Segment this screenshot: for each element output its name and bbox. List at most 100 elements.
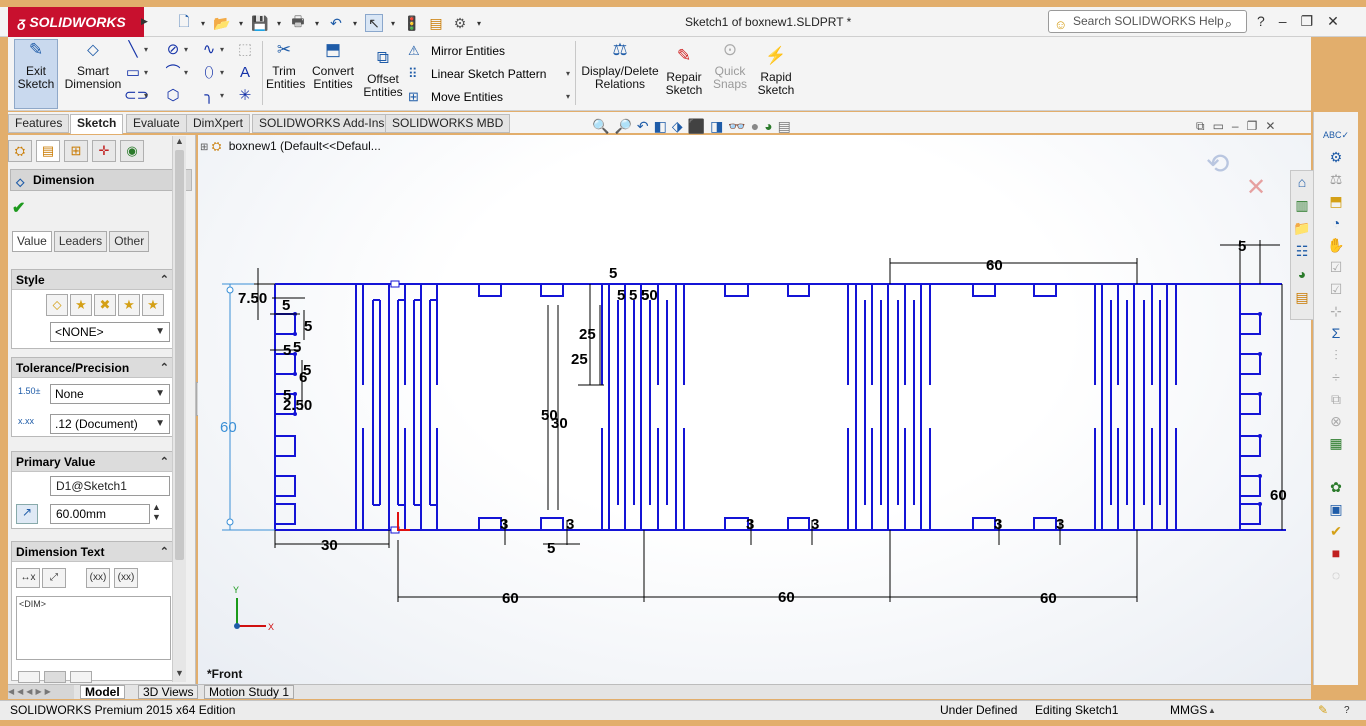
dim-label[interactable]: 60 <box>502 590 519 607</box>
linear-sketch-pattern-button[interactable]: ⠿ Linear Sketch Pattern ▾ <box>408 64 570 84</box>
options-icon[interactable]: ⚙ <box>451 14 469 32</box>
dim-label[interactable]: 6 <box>299 369 307 386</box>
tab-dimxpert[interactable]: DimXpert <box>186 114 251 133</box>
sketch-point[interactable] <box>293 372 297 376</box>
dim-label[interactable]: 5 <box>609 265 617 282</box>
tab-model[interactable]: Model <box>80 685 125 699</box>
chevron-down-icon[interactable]: ▾ <box>184 64 191 82</box>
point-icon[interactable]: ✳ <box>236 87 254 105</box>
scroll-down-icon[interactable]: ▼ <box>175 668 184 678</box>
tab-leaders[interactable]: Leaders <box>53 231 108 252</box>
tab-motion-study[interactable]: Motion Study 1 <box>204 685 295 699</box>
check-small-icon[interactable]: ☑ <box>1314 256 1358 278</box>
dim-label[interactable]: 5 <box>1238 238 1246 255</box>
endpoint-handle[interactable] <box>390 280 400 288</box>
spinner-icon[interactable]: ▲ ▼ <box>152 502 161 522</box>
sketch-svg[interactable]: 7.50 5 5 5 5 5 6 5 2.50 30 5 3 3 3 3 3 3… <box>198 135 1311 684</box>
move-small-icon[interactable]: ⊹ <box>1314 300 1358 322</box>
display-manager-icon[interactable]: ◉ <box>120 140 144 162</box>
zoom-area-icon[interactable]: 🔎 <box>614 118 631 135</box>
dim-label[interactable]: 5 <box>629 287 637 304</box>
home-icon[interactable]: ⌂ <box>1291 171 1313 194</box>
dim-label[interactable]: 60 <box>1040 590 1057 607</box>
feature-tree-node[interactable]: ⊞ ⛭ boxnew1 (Default<<Defaul... <box>200 139 381 154</box>
repair-sketch-button[interactable]: ✎ Repair Sketch <box>664 47 704 97</box>
chevron-down-icon[interactable]: ▾ <box>351 14 359 32</box>
dimension-handle[interactable] <box>226 518 234 526</box>
tab-value[interactable]: Value <box>12 231 52 252</box>
chevron-down-icon[interactable]: ▾ <box>566 64 570 84</box>
minimize-icon[interactable]: – <box>1279 13 1287 30</box>
mirror-small-icon[interactable]: ⫶ <box>1314 344 1358 366</box>
restore-icon[interactable]: ❐ <box>1301 13 1314 30</box>
expand-icon[interactable]: ⊞ <box>200 142 208 153</box>
appearances-icon[interactable]: ◕ <box>1291 263 1313 286</box>
dim-label[interactable]: 60 <box>778 589 795 606</box>
close-icon[interactable]: ✕ <box>1265 119 1275 134</box>
dashboard-icon[interactable]: ◔ <box>1314 212 1358 234</box>
primary-value-header[interactable]: Primary Value ⌃ <box>12 452 173 472</box>
edit-appearance-icon[interactable]: ● <box>751 118 759 135</box>
align-right-icon[interactable] <box>70 671 92 683</box>
chevron-down-icon[interactable]: ▾ <box>199 14 207 32</box>
chevron-down-icon[interactable]: ▾ <box>144 64 151 82</box>
text-icon[interactable]: A <box>236 64 254 82</box>
text-left-icon[interactable]: ↔x <box>16 568 40 588</box>
slot-group-2[interactable] <box>601 284 685 530</box>
confirmation-corner-ok-icon[interactable]: ⟲ <box>1206 147 1229 180</box>
sigma-icon[interactable]: Σ <box>1314 322 1358 344</box>
chevron-down-icon[interactable]: ▾ <box>220 41 227 59</box>
mirror-entities-button[interactable]: ⚠ Mirror Entities <box>408 41 505 61</box>
new-icon[interactable]: 🗋 <box>175 13 193 32</box>
solidworks-logo[interactable]: ᵹ SOLIDWORKS <box>8 7 144 37</box>
dim-label[interactable]: 3 <box>566 516 574 533</box>
dim-label[interactable]: 5 <box>283 342 291 359</box>
help-icon[interactable]: ? <box>1344 701 1350 720</box>
align-center-icon[interactable] <box>44 671 66 683</box>
palette-icon[interactable]: ✿ <box>1314 476 1358 498</box>
parentheses-icon[interactable]: (xx) <box>86 568 110 588</box>
tab-features[interactable]: Features <box>8 114 70 133</box>
undo-icon[interactable]: ↶ <box>327 14 345 32</box>
sketch-point[interactable] <box>1258 312 1262 316</box>
precision-select[interactable]: .12 (Document) ▼ <box>50 414 170 434</box>
hide-small-icon[interactable]: ⊗ <box>1314 410 1358 432</box>
hide-show-icon[interactable]: 👓 <box>728 118 745 135</box>
add-relation-icon[interactable]: ⬒ <box>1314 190 1358 212</box>
reverse-direction-icon[interactable]: ↗ <box>16 504 38 524</box>
dimension-text-header[interactable]: Dimension Text ⌃ <box>12 542 173 562</box>
dim-label[interactable]: 25 <box>579 326 596 343</box>
sketch-point[interactable] <box>1258 352 1262 356</box>
scrollbar-thumb[interactable] <box>175 150 184 560</box>
tolerance-type-select[interactable]: None ▼ <box>50 384 170 404</box>
chevron-down-icon[interactable]: ▾ <box>220 87 227 105</box>
spline-icon[interactable]: ∿ <box>200 41 218 59</box>
tab-nav-icons[interactable]: ◀◀◀▶▶ <box>8 685 74 699</box>
collapse-icon[interactable]: ⌃ <box>160 542 169 562</box>
offset-entities-button[interactable]: ⧉ Offset Entities <box>363 49 403 99</box>
dim-label[interactable]: 25 <box>571 351 588 368</box>
sketch-point[interactable] <box>1258 392 1262 396</box>
dim-label[interactable]: 7.50 <box>238 290 267 307</box>
blocks-icon[interactable]: ▣ <box>1314 498 1358 520</box>
tolerance-header[interactable]: Tolerance/Precision ⌃ <box>12 358 173 378</box>
slot-icon[interactable]: ⊂⊃ <box>124 87 149 105</box>
sketch-point[interactable] <box>1258 502 1262 506</box>
load-style-icon[interactable]: ★ <box>142 294 164 316</box>
balance-icon[interactable]: ⚖ <box>1314 168 1358 190</box>
grid-small-icon[interactable]: ▦ <box>1314 432 1358 454</box>
view-orientation-icon[interactable]: ⬛ <box>688 118 705 135</box>
graphics-area[interactable]: 7.50 5 5 5 5 5 6 5 2.50 30 5 3 3 3 3 3 3… <box>198 135 1311 684</box>
dim-label[interactable]: 5 <box>617 287 625 304</box>
style-select[interactable]: <NONE> ▼ <box>50 322 170 342</box>
view-palette-icon[interactable]: ☷ <box>1291 240 1313 263</box>
feature-manager-icon[interactable]: ⛭ <box>8 140 32 162</box>
file-properties-icon[interactable]: ▤ <box>427 14 445 32</box>
print-icon[interactable]: 🖶 <box>289 13 307 32</box>
inspection-icon[interactable]: (xx) <box>114 568 138 588</box>
dimension-text-area[interactable]: <DIM> <box>16 596 171 660</box>
relations-small-icon[interactable]: ⚙ <box>1314 146 1358 168</box>
help-icon[interactable]: ? <box>1257 13 1265 30</box>
collapse-icon[interactable]: ⌃ <box>160 358 169 378</box>
spell-check-icon[interactable]: ABC✓ <box>1314 124 1358 146</box>
